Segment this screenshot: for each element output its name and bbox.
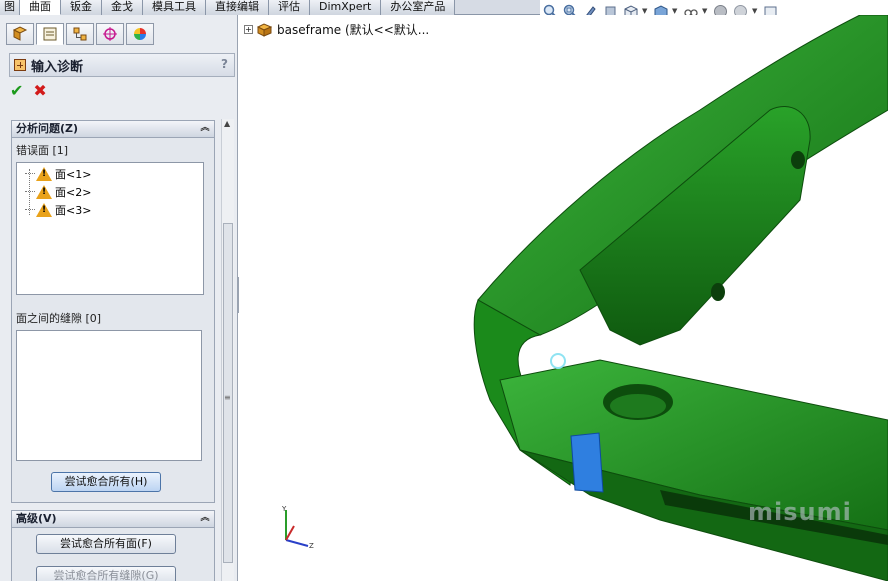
warning-icon: ! [36,202,52,217]
hide-show-dropdown-icon[interactable]: ▼ [702,7,709,15]
command-manager-tabs: 图 曲面 钣金 金戈 模具工具 直接编辑 评估 DimXpert 办公室产品 [0,0,540,15]
property-manager-header: 输入诊断 ? [9,53,235,77]
tab-drawing[interactable]: 图 [0,0,20,15]
faulty-faces-list[interactable]: ! 面<1> ! 面<2> ! 面<3> [16,162,204,295]
help-button[interactable]: ? [221,57,228,71]
tab-mold-tools[interactable]: 模具工具 [143,0,206,15]
tab-evaluate[interactable]: 评估 [269,0,310,15]
tab-weldments[interactable]: 金戈 [102,0,143,15]
gaps-list[interactable] [16,330,202,461]
tab-office-products[interactable]: 办公室产品 [381,0,456,15]
heal-all-button[interactable]: 尝试愈合所有(H) [51,472,161,492]
import-diagnostics-icon [14,59,26,71]
list-item[interactable]: ! 面<1> [25,165,91,182]
face-label: 面<2> [55,185,92,199]
group-title: 分析问题(Z) ︽ [12,121,214,138]
warning-icon: ! [36,184,52,199]
collapse-icon[interactable]: ︽ [199,513,211,525]
property-manager-title: 输入诊断 [31,59,84,75]
gaps-label: 面之间的缝隙 [0] [16,312,102,325]
part-icon [257,22,272,37]
watermark-text: misumi [748,498,852,526]
manager-tabs [6,23,154,45]
property-manager-icon[interactable] [36,23,64,45]
list-item[interactable]: ! 面<3> [25,201,91,218]
part-model[interactable] [239,15,888,581]
tab-sheet-metal[interactable]: 钣金 [61,0,102,15]
advanced-title: 高级(V) [16,512,57,525]
heal-all-faces-button[interactable]: 尝试愈合所有面(F) [36,534,176,554]
face-label: 面<3> [55,203,92,217]
graphics-area[interactable]: + baseframe (默认<<默认... misumi [239,15,888,581]
view-orientation-dropdown-icon[interactable]: ▼ [642,7,649,15]
faulty-faces-label: 错误面 [1] [16,144,69,157]
ok-cancel-row: ✔ ✖ [10,81,47,100]
svg-text:Z: Z [309,542,314,550]
ok-check-icon[interactable]: ✔ [10,81,23,100]
analyze-problems-group: 分析问题(Z) ︽ 错误面 [1] ! 面<1> ! 面<2> ! 面<3> 面… [11,120,215,503]
collapse-icon[interactable]: ︽ [199,123,211,135]
expand-tree-icon[interactable]: + [244,25,253,34]
display-manager-icon[interactable] [126,23,154,45]
heal-all-gaps-button[interactable]: 尝试愈合所有缝隙(G) [36,566,176,581]
dimxpert-icon[interactable] [96,23,124,45]
list-item[interactable]: ! 面<2> [25,183,91,200]
configuration-manager-icon[interactable] [66,23,94,45]
property-manager-content: 分析问题(Z) ︽ 错误面 [1] ! 面<1> ! 面<2> ! 面<3> 面… [8,115,237,581]
face-label: 面<1> [55,167,92,181]
group-title: 高级(V) ︽ [12,511,214,528]
svg-text:Y: Y [281,505,287,513]
apply-scene-dropdown-icon[interactable]: ▼ [752,7,759,15]
feature-manager-icon[interactable] [6,23,34,45]
tab-dimxpert[interactable]: DimXpert [310,0,382,15]
advanced-group: 高级(V) ︽ 尝试愈合所有面(F) 尝试愈合所有缝隙(G) [11,510,215,581]
display-style-dropdown-icon[interactable]: ▼ [672,7,679,15]
reference-triad-icon: Y Z [281,505,314,550]
warning-icon: ! [36,166,52,181]
tab-direct-editing[interactable]: 直接编辑 [206,0,269,15]
feature-tree-flyout: + baseframe (默认<<默认... [244,21,429,38]
property-manager-panel: 输入诊断 ? ✔ ✖ ▲ ≡ 分析问题(Z) ︽ 错误面 [1] ! 面<1> [0,15,238,581]
cancel-x-icon[interactable]: ✖ [33,81,46,100]
part-name[interactable]: baseframe (默认<<默认... [277,21,429,38]
tab-surfaces[interactable]: 曲面 [20,0,61,15]
analyze-problems-title: 分析问题(Z) [16,122,79,135]
